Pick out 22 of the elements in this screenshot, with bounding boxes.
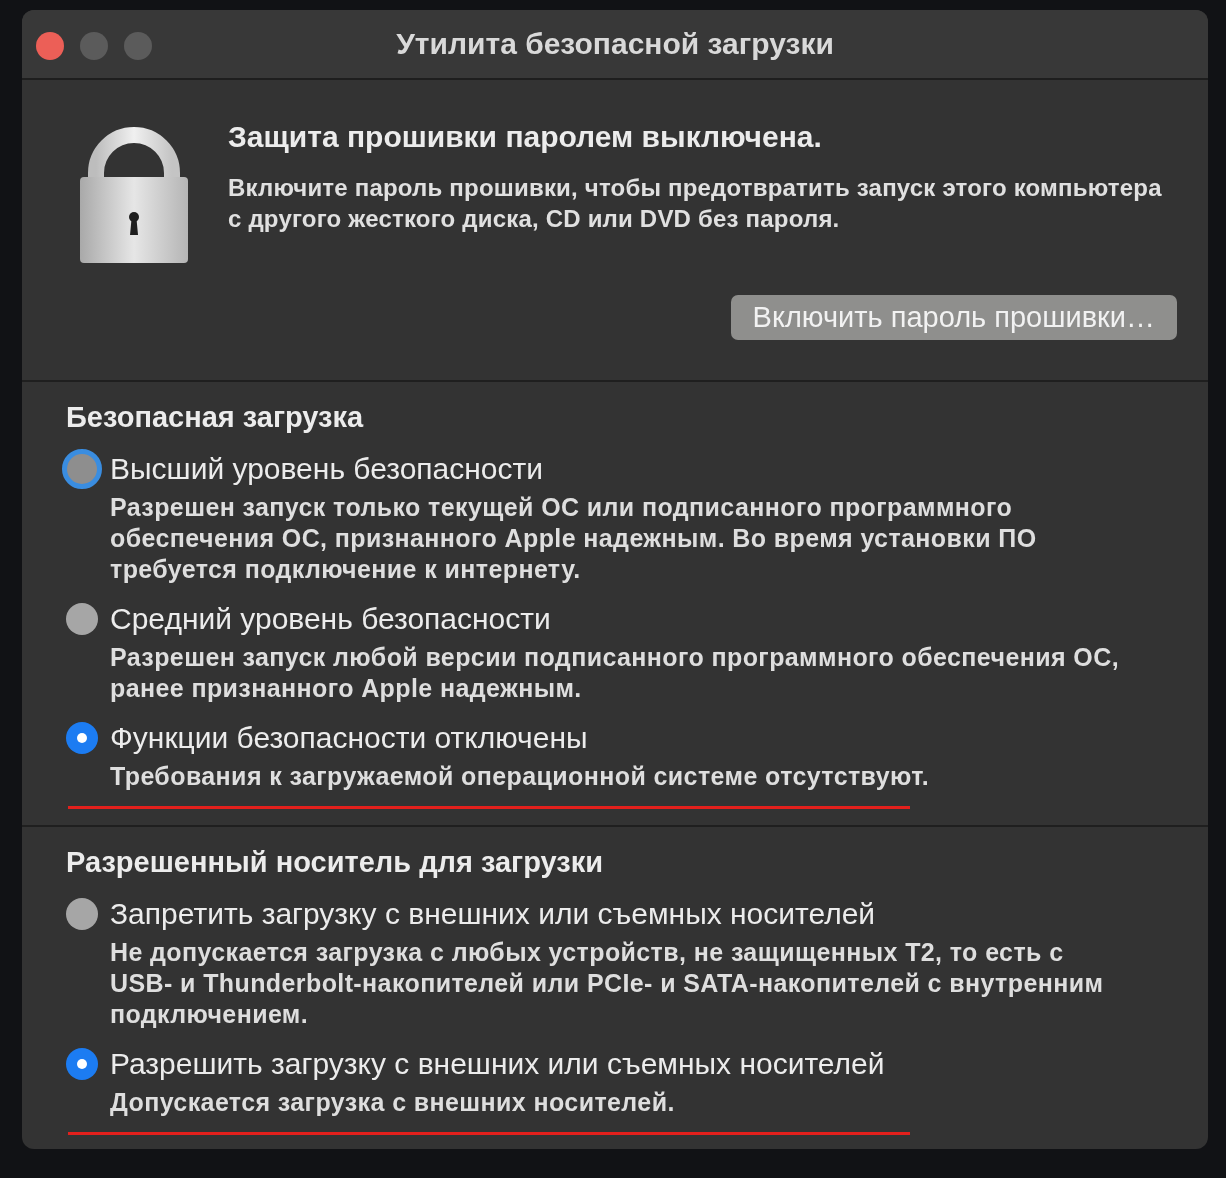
option-description: Разрешен запуск только текущей ОС или подписанного программного обеспечения ОС, признанного Apple надежным. Во время установки ПО требуется подключение к интернету. <box>110 492 1038 585</box>
section-heading: Разрешенный носитель для загрузки <box>66 845 604 880</box>
radio-button[interactable] <box>62 449 102 489</box>
status-description: Включите пароль прошивки, чтобы предотвратить запуск этого компьютера с другого жесткого диска, CD или DVD без пароля. <box>228 173 1163 234</box>
radio-label[interactable]: Высший уровень безопасности <box>110 451 1128 487</box>
window-title: Утилита безопасной загрузки <box>396 27 834 61</box>
option-description: Допускается загрузка с внешних носителей. <box>110 1087 676 1118</box>
radio-button[interactable] <box>66 898 98 930</box>
radio-button[interactable] <box>66 722 98 754</box>
option-description: Разрешен запуск любой версии подписанного программного обеспечения ОС, ранее признанного Apple надежным. <box>110 642 1120 704</box>
padlock-icon <box>80 125 188 263</box>
radio-label[interactable]: Запретить загрузку с внешних или съемных носителей <box>110 896 1128 932</box>
radio-button[interactable] <box>66 603 98 635</box>
option-description: Требования к загружаемой операционной системе отсутствуют. <box>110 761 929 792</box>
status-heading: Защита прошивки паролем выключена. <box>228 119 823 155</box>
section-heading: Безопасная загрузка <box>66 400 365 435</box>
radio-label[interactable]: Функции безопасности отключены <box>110 720 929 756</box>
close-button[interactable] <box>36 32 64 60</box>
option-description: Не допускается загрузка с любых устройств, не защищенных T2, то есть с USB- и Thunderbolt-накопителей или PCIe- и SATA-накопителей с внутренним подключением. <box>110 937 1105 1030</box>
radio-label[interactable]: Разрешить загрузку с внешних или съемных носителей <box>110 1046 885 1082</box>
radio-label[interactable]: Средний уровень безопасности <box>110 601 1128 637</box>
radio-button[interactable] <box>66 1048 98 1080</box>
